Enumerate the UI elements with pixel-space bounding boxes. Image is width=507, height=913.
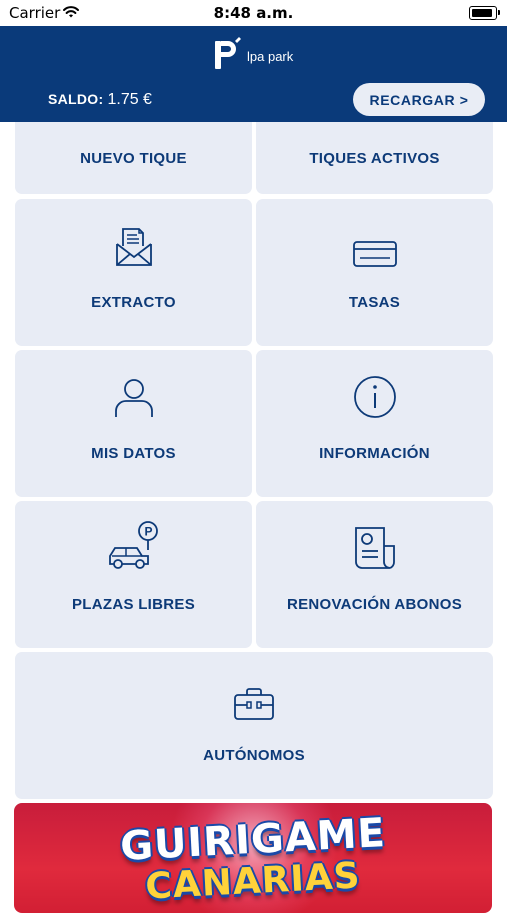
lpa-park-logo: lpa park: [213, 36, 293, 72]
parking-logo-icon: [215, 37, 241, 69]
clock: 8:48 a.m.: [213, 4, 294, 22]
tile-mis-datos[interactable]: MIS DATOS: [15, 350, 252, 497]
tile-label: AUTÓNOMOS: [203, 747, 305, 764]
tile-renovacion-abonos[interactable]: RENOVACIÓN ABONOS: [256, 501, 493, 648]
tile-label: TASAS: [348, 294, 401, 311]
tile-extracto[interactable]: EXTRACTO: [15, 199, 252, 346]
tile-label: NUEVO TIQUE: [80, 149, 187, 167]
promo-banner[interactable]: GUIRIGAME CANARIAS: [14, 803, 492, 913]
document-icon: [352, 527, 398, 584]
briefcase-icon: [233, 687, 275, 735]
tile-label: EXTRACTO: [91, 294, 176, 311]
balance: SALDO: 1.75 €: [48, 91, 152, 109]
car-parking-icon: P: [107, 521, 161, 584]
tile-autonomos[interactable]: AUTÓNOMOS: [15, 652, 493, 799]
recharge-button[interactable]: RECARGAR >: [353, 83, 485, 116]
tile-plazas-libres[interactable]: P PLAZAS LIBRES: [15, 501, 252, 648]
tile-tiques-activos[interactable]: TIQUES ACTIVOS: [256, 122, 493, 194]
menu-grid: NUEVO TIQUE TIQUES ACTIVOS EXTRACTO TASA…: [0, 122, 507, 802]
tile-label: INFORMACIÓN: [319, 445, 430, 462]
app-header: lpa park SALDO: 1.75 € RECARGAR >: [0, 26, 507, 122]
tile-tasas[interactable]: TASAS: [256, 199, 493, 346]
credit-card-icon: [352, 234, 398, 282]
balance-label: SALDO:: [48, 91, 104, 107]
info-icon: [353, 376, 397, 433]
tile-label: MIS DATOS: [91, 445, 176, 462]
balance-value: 1.75 €: [107, 91, 152, 108]
user-icon: [113, 379, 155, 433]
battery-icon: [469, 6, 500, 20]
receipt-envelope-icon: [114, 228, 154, 282]
logo-text: lpa park: [247, 48, 294, 64]
status-bar: Carrier 8:48 a.m.: [0, 0, 507, 26]
svg-text:P: P: [144, 525, 152, 539]
tile-label: RENOVACIÓN ABONOS: [286, 596, 463, 613]
tile-label: PLAZAS LIBRES: [71, 596, 196, 613]
tile-label: TIQUES ACTIVOS: [309, 149, 440, 167]
tile-informacion[interactable]: INFORMACIÓN: [256, 350, 493, 497]
tile-nuevo-tique[interactable]: NUEVO TIQUE: [15, 122, 252, 194]
